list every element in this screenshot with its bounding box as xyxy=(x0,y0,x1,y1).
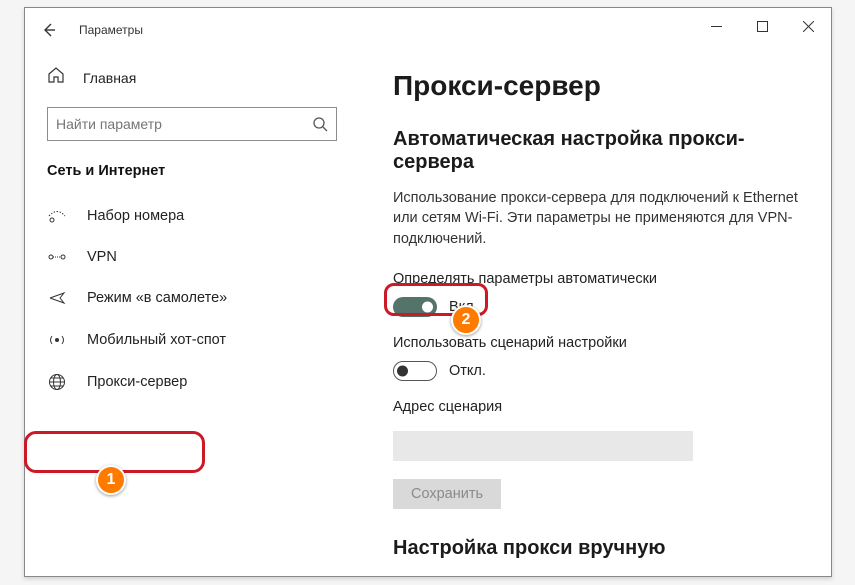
nav-label: VPN xyxy=(87,249,117,265)
script-state: Откл. xyxy=(449,363,486,379)
nav-item-proxy[interactable]: Прокси-сервер xyxy=(25,361,365,403)
annotation-badge-2: 2 xyxy=(451,305,481,335)
maximize-button[interactable] xyxy=(739,8,785,44)
minimize-icon xyxy=(711,21,722,32)
close-button[interactable] xyxy=(785,8,831,44)
script-label: Использовать сценарий настройки xyxy=(393,335,803,351)
manual-section-title: Настройка прокси вручную xyxy=(393,537,803,560)
sidebar: Главная Сеть и Интернет Набор номера VPN xyxy=(25,52,365,576)
content-pane: Прокси-сервер Автоматическая настройка п… xyxy=(365,52,831,576)
arrow-left-icon xyxy=(41,22,57,38)
address-label: Адрес сценария xyxy=(393,399,803,415)
minimize-button[interactable] xyxy=(693,8,739,44)
globe-icon xyxy=(47,373,67,391)
search-input-container[interactable] xyxy=(47,107,337,141)
nav-label: Прокси-сервер xyxy=(87,374,187,390)
save-button[interactable]: Сохранить xyxy=(393,479,501,509)
window-title: Параметры xyxy=(79,23,143,37)
vpn-icon xyxy=(47,250,67,264)
page-title: Прокси-сервер xyxy=(393,70,803,102)
home-icon xyxy=(47,66,65,89)
dialup-icon xyxy=(47,207,67,225)
script-address-input[interactable] xyxy=(393,431,693,461)
nav-item-vpn[interactable]: VPN xyxy=(25,237,365,277)
airplane-icon xyxy=(47,289,67,307)
auto-section-title: Автоматическая настройка прокси-сервера xyxy=(393,128,803,174)
search-icon xyxy=(312,116,328,132)
titlebar: Параметры xyxy=(25,8,831,52)
nav-label: Набор номера xyxy=(87,208,184,224)
nav-item-airplane[interactable]: Режим «в самолете» xyxy=(25,277,365,319)
nav-item-dialup[interactable]: Набор номера xyxy=(25,195,365,237)
home-label: Главная xyxy=(83,70,136,86)
search-input[interactable] xyxy=(56,116,312,132)
detect-toggle[interactable] xyxy=(393,297,437,317)
nav-label: Режим «в самолете» xyxy=(87,290,227,306)
close-icon xyxy=(803,21,814,32)
maximize-icon xyxy=(757,21,768,32)
script-toggle[interactable] xyxy=(393,361,437,381)
settings-window: Параметры Главная xyxy=(24,7,832,577)
annotation-badge-1: 1 xyxy=(96,465,126,495)
nav-label: Мобильный хот-спот xyxy=(87,332,226,348)
nav-item-hotspot[interactable]: Мобильный хот-спот xyxy=(25,319,365,361)
back-button[interactable] xyxy=(39,20,59,40)
auto-section-desc: Использование прокси-сервера для подключ… xyxy=(393,188,803,249)
category-title: Сеть и Интернет xyxy=(25,163,365,195)
nav-list: Набор номера VPN Режим «в самолете» Моби… xyxy=(25,195,365,403)
home-link[interactable]: Главная xyxy=(25,60,365,107)
detect-label: Определять параметры автоматически xyxy=(393,271,803,287)
hotspot-icon xyxy=(47,331,67,349)
